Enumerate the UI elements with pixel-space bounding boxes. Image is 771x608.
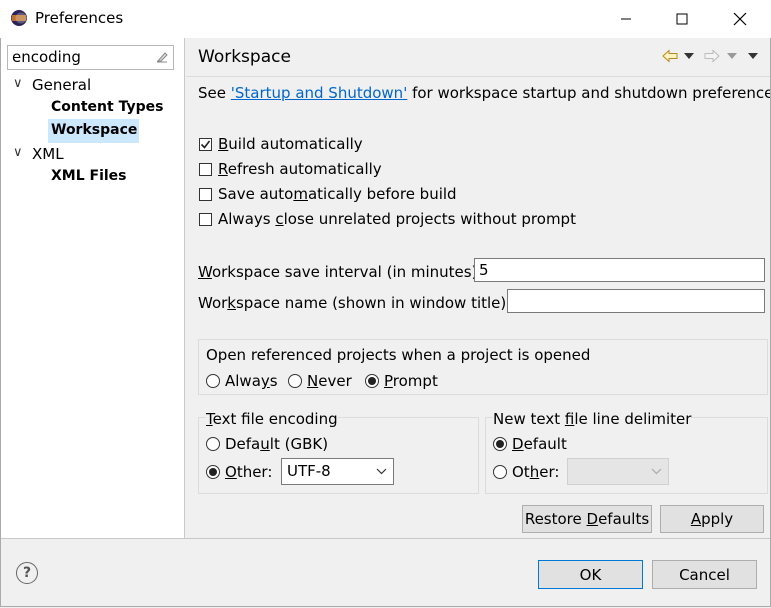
tree-item-content-types[interactable]: Content Types (51, 99, 163, 115)
checkmark-icon (200, 140, 211, 149)
chevron-down-icon (376, 468, 387, 475)
ok-button[interactable]: OK (538, 560, 643, 589)
help-icon[interactable]: ? (16, 562, 38, 584)
radio-circle[interactable] (493, 465, 507, 479)
open-always-radio[interactable]: Always (206, 372, 278, 390)
maximize-button[interactable] (654, 0, 710, 38)
radio-circle[interactable] (365, 374, 379, 388)
checkbox-box[interactable] (199, 137, 212, 151)
page-title: Workspace (198, 47, 291, 67)
expand-xml-icon[interactable]: ∨ (13, 145, 23, 160)
clear-filter-icon[interactable] (155, 50, 169, 64)
radio-selected-dot (368, 377, 376, 385)
maximize-icon (676, 13, 688, 25)
back-arrow-icon (662, 49, 678, 63)
open-prompt-radio[interactable]: Prompt (365, 372, 438, 390)
forward-menu-button (727, 47, 737, 65)
footer-separator (1, 538, 770, 539)
forward-button (704, 47, 720, 65)
radio-circle[interactable] (288, 374, 302, 388)
refresh-automatically-checkbox[interactable]: Refresh automatically (199, 160, 382, 178)
save-before-build-checkbox[interactable]: Save automatically before build (199, 185, 457, 203)
back-menu-button[interactable] (684, 47, 694, 65)
delimiter-select (567, 458, 669, 485)
checkbox-box[interactable] (199, 187, 212, 201)
title-bar: Preferences (0, 0, 771, 38)
tree-item-xml-files[interactable]: XML Files (51, 168, 127, 184)
cancel-button[interactable]: Cancel (652, 560, 757, 589)
close-button[interactable] (712, 0, 768, 38)
page-header: Workspace (186, 38, 770, 77)
build-automatically-checkbox[interactable]: Build automatically (199, 135, 363, 153)
chevron-down-icon (684, 53, 694, 59)
workspace-preference-page: See 'Startup and Shutdown' for workspace… (186, 77, 771, 538)
delimiter-default-radio[interactable]: Default (493, 435, 567, 453)
expand-general-icon[interactable]: ∨ (13, 76, 23, 91)
restore-defaults-button[interactable]: Restore Defaults (522, 505, 652, 533)
window-title: Preferences (35, 9, 124, 27)
text-file-encoding-title: Text file encoding (206, 410, 338, 428)
encoding-select-value: UTF-8 (287, 462, 331, 480)
workspace-name-label: Workspace name (shown in window title): (198, 294, 512, 312)
back-button[interactable] (662, 47, 678, 65)
apply-button[interactable]: Apply (660, 505, 764, 533)
encoding-default-radio[interactable]: Default (GBK) (206, 435, 328, 453)
close-icon (733, 12, 747, 26)
radio-circle[interactable] (206, 374, 220, 388)
view-menu-icon (748, 53, 758, 59)
radio-circle[interactable] (493, 437, 507, 451)
checkbox-box[interactable] (199, 212, 212, 226)
tree-item-xml[interactable]: XML (32, 145, 64, 163)
eclipse-icon (11, 10, 27, 26)
minimize-button[interactable] (598, 0, 654, 38)
delimiter-other-radio[interactable]: Other: (493, 463, 559, 481)
tree-item-general[interactable]: General (32, 76, 91, 94)
filter-input[interactable]: encoding (7, 45, 174, 70)
save-interval-label: Workspace save interval (in minutes): (198, 263, 483, 281)
startup-shutdown-hint: See 'Startup and Shutdown' for workspace… (198, 84, 771, 102)
view-menu-button[interactable] (748, 47, 758, 65)
filter-input-value: encoding (12, 48, 81, 66)
save-interval-input[interactable]: 5 (474, 258, 765, 282)
open-never-radio[interactable]: Never (288, 372, 352, 390)
startup-shutdown-link[interactable]: 'Startup and Shutdown' (231, 84, 408, 102)
close-unrelated-projects-checkbox[interactable]: Always close unrelated projects without … (199, 210, 576, 228)
encoding-select[interactable]: UTF-8 (281, 458, 394, 485)
checkbox-box[interactable] (199, 162, 212, 176)
minimize-icon (621, 18, 631, 20)
tree-item-workspace[interactable]: Workspace (51, 122, 137, 138)
radio-selected-dot (496, 440, 504, 448)
radio-circle[interactable] (206, 437, 220, 451)
radio-circle[interactable] (206, 465, 220, 479)
line-delimiter-title: New text file line delimiter (493, 410, 692, 428)
radio-selected-dot (209, 468, 217, 476)
workspace-name-input[interactable] (507, 289, 765, 313)
open-referenced-projects-title: Open referenced projects when a project … (206, 346, 591, 364)
encoding-other-radio[interactable]: Other: (206, 463, 272, 481)
chevron-down-icon (651, 468, 662, 475)
forward-arrow-icon (704, 49, 720, 63)
chevron-down-icon (727, 53, 737, 59)
